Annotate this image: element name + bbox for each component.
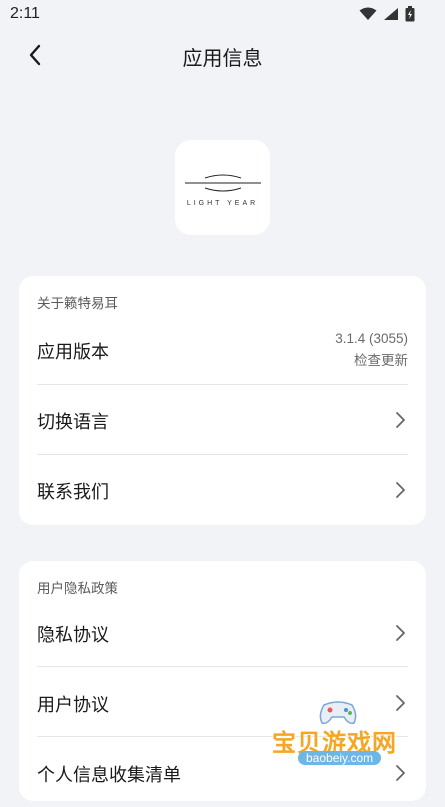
chevron-right-icon — [396, 695, 405, 711]
about-card: 关于籁特易耳 应用版本 3.1.4 (3055) 检查更新 切换语言 联系我们 — [19, 276, 426, 525]
contact-us-label: 联系我们 — [37, 482, 109, 503]
privacy-card: 用户隐私政策 隐私协议 用户协议 个人信息收集清单 — [19, 561, 426, 801]
about-section-title: 关于籁特易耳 — [37, 296, 118, 312]
page-title: 应用信息 — [182, 46, 263, 70]
contact-us-row[interactable]: 联系我们 — [37, 455, 408, 525]
app-version-value: 3.1.4 (3055) — [335, 331, 408, 346]
app-logo: LIGHT YEAR — [175, 140, 270, 235]
privacy-policy-label: 隐私协议 — [37, 625, 109, 646]
status-icons — [359, 6, 415, 22]
signal-icon — [384, 8, 398, 20]
user-agreement-label: 用户协议 — [37, 695, 109, 716]
switch-language-label: 切换语言 — [37, 412, 109, 433]
logo-text: LIGHT YEAR — [186, 200, 259, 207]
user-agreement-row[interactable]: 用户协议 — [37, 667, 408, 737]
chevron-right-icon — [396, 765, 405, 781]
personal-info-list-label: 个人信息收集清单 — [37, 765, 181, 786]
battery-icon — [405, 6, 415, 22]
wifi-icon — [359, 7, 377, 20]
chevron-right-icon — [396, 482, 405, 498]
logo-mark-icon — [184, 174, 261, 192]
privacy-section-title: 用户隐私政策 — [37, 581, 118, 597]
switch-language-row[interactable]: 切换语言 — [37, 385, 408, 455]
status-time: 2:11 — [10, 5, 40, 22]
privacy-policy-row[interactable]: 隐私协议 — [37, 597, 408, 667]
status-bar: 2:11 — [0, 0, 445, 30]
app-version-row[interactable]: 应用版本 — [37, 314, 408, 384]
chevron-right-icon — [396, 412, 405, 428]
check-update-link[interactable]: 检查更新 — [354, 349, 408, 369]
app-version-label: 应用版本 — [37, 342, 109, 363]
chevron-right-icon — [396, 625, 405, 641]
personal-info-list-row[interactable]: 个人信息收集清单 — [37, 737, 408, 807]
header: 应用信息 — [0, 30, 445, 80]
